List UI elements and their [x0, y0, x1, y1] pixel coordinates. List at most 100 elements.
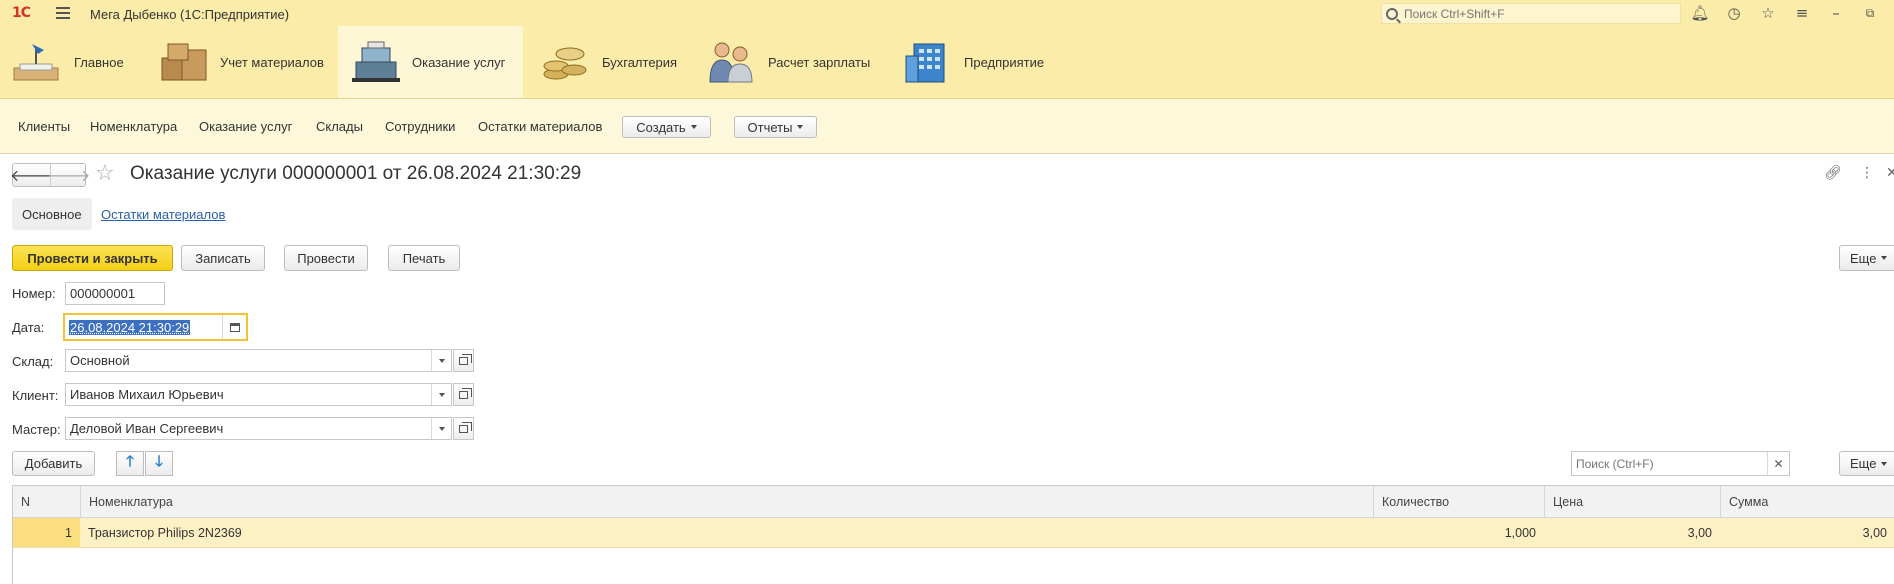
master-value: Деловой Иван Сергеевич	[70, 421, 224, 436]
table-search-input[interactable]	[1576, 456, 1766, 471]
warehouse-field[interactable]: Основной	[65, 349, 452, 372]
section-accounting[interactable]: Бухгалтерия	[540, 26, 700, 98]
open-client-button[interactable]	[453, 383, 474, 406]
post-button[interactable]: Провести	[284, 245, 368, 271]
tab-main[interactable]: Основное	[12, 198, 92, 230]
warehouse-value: Основной	[70, 353, 130, 368]
section-label: Учет материалов	[220, 54, 324, 70]
people-icon	[706, 40, 758, 84]
create-label: Создать	[636, 119, 686, 135]
sections-panel: Главное Учет материалов Оказание услуг Б…	[0, 26, 1894, 99]
table-row[interactable]: 1 Транзистор Philips 2N2369 1,000 3,00 3…	[13, 518, 1894, 548]
column-header-n[interactable]: N	[13, 486, 80, 517]
chevron-down-icon[interactable]	[431, 418, 451, 439]
client-field[interactable]: Иванов Михаил Юрьевич	[65, 383, 452, 406]
boxes-icon	[158, 40, 210, 84]
reports-dropdown-button[interactable]: Отчеты	[734, 116, 817, 138]
section-payroll[interactable]: Расчет зарплаты	[706, 26, 886, 98]
section-label: Оказание услуг	[412, 54, 506, 70]
number-label: Номер:	[12, 286, 56, 301]
column-header-quantity[interactable]: Количество	[1373, 486, 1556, 517]
minimize-icon[interactable]: –	[1826, 4, 1846, 22]
section-label: Главное	[74, 54, 124, 70]
title-bar: 1С Мега Дыбенко (1С:Предприятие) 🔔︎ ◷ ☆ …	[0, 0, 1894, 26]
nav-link-clients[interactable]: Клиенты	[18, 119, 70, 134]
global-search[interactable]	[1381, 3, 1681, 24]
move-up-icon[interactable]: 🡑	[116, 451, 144, 476]
search-icon	[1386, 7, 1398, 20]
global-search-input[interactable]	[1404, 6, 1674, 21]
chevron-down-icon[interactable]	[431, 384, 451, 405]
nav-link-employees[interactable]: Сотрудники	[385, 119, 455, 134]
nav-link-services[interactable]: Оказание услуг	[199, 119, 292, 134]
favorite-star-icon[interactable]: ☆	[95, 161, 115, 186]
desk-lamp-icon	[12, 40, 64, 84]
restore-icon[interactable]: ⧉	[1860, 4, 1880, 22]
link-icon[interactable]: 🔗︎	[1824, 165, 1842, 181]
section-main[interactable]: Главное	[12, 26, 142, 98]
master-label: Мастер:	[12, 422, 61, 437]
warehouse-label: Склад:	[12, 354, 54, 369]
open-warehouse-button[interactable]	[453, 349, 474, 372]
section-label: Предприятие	[964, 54, 1045, 70]
section-services[interactable]: Оказание услуг	[338, 26, 523, 98]
star-icon[interactable]: ☆	[1758, 4, 1778, 22]
nav-link-material-balances[interactable]: Остатки материалов	[478, 119, 602, 134]
column-header-price[interactable]: Цена	[1544, 486, 1722, 517]
table-header: N Номенклатура Количество Цена Сумма	[13, 486, 1894, 518]
nav-link-nomenclature[interactable]: Номенклатура	[90, 119, 177, 134]
chevron-down-icon	[1881, 256, 1888, 260]
more-button[interactable]: Еще	[1839, 245, 1894, 271]
services-table: N Номенклатура Количество Цена Сумма 1 Т…	[12, 485, 1894, 584]
post-and-close-button[interactable]: Провести и закрыть	[12, 245, 173, 271]
chevron-down-icon	[1881, 461, 1888, 466]
coins-icon	[540, 40, 592, 84]
history-icon[interactable]: ◷	[1724, 4, 1744, 22]
chevron-down-icon	[690, 125, 697, 129]
back-arrow-icon[interactable]: 🡐	[10, 164, 53, 186]
create-dropdown-button[interactable]: Создать	[622, 116, 711, 138]
more-actions-icon[interactable]: ⋮	[1860, 165, 1874, 181]
print-button[interactable]: Печать	[388, 245, 460, 271]
section-label: Бухгалтерия	[602, 54, 678, 70]
section-materials[interactable]: Учет материалов	[158, 26, 338, 98]
master-field[interactable]: Деловой Иван Сергеевич	[65, 417, 452, 440]
command-navigation: Клиенты Номенклатура Оказание услуг Скла…	[0, 99, 1894, 154]
column-header-nomenclature[interactable]: Номенклатура	[80, 486, 1385, 517]
number-value: 000000001	[70, 286, 136, 301]
app-title: Мега Дыбенко (1С:Предприятие)	[90, 7, 290, 22]
history-navigation: 🡐 🡒	[10, 163, 90, 187]
chevron-down-icon[interactable]	[431, 350, 451, 371]
open-icon	[459, 387, 472, 399]
column-header-sum[interactable]: Сумма	[1720, 486, 1894, 517]
row-number: 1	[13, 518, 80, 547]
row-quantity: 1,000	[1504, 525, 1536, 540]
open-icon	[459, 421, 472, 433]
main-menu-icon[interactable]	[56, 7, 70, 19]
move-down-icon[interactable]: 🡓	[145, 451, 173, 476]
forward-arrow-icon[interactable]: 🡒	[48, 164, 90, 186]
nav-link-warehouses[interactable]: Склады	[316, 119, 363, 134]
reports-label: Отчеты	[747, 119, 793, 135]
close-icon[interactable]: ✕	[1886, 165, 1894, 181]
open-master-button[interactable]	[453, 417, 474, 440]
cash-register-icon	[350, 40, 402, 84]
app-logo: 1С	[12, 5, 31, 21]
chevron-down-icon	[797, 125, 804, 129]
calendar-icon[interactable]	[222, 315, 246, 339]
table-more-label: Еще	[1850, 456, 1877, 471]
save-button[interactable]: Записать	[181, 245, 265, 271]
section-enterprise[interactable]: Предприятие	[902, 26, 1052, 98]
page-title: Оказание услуги 000000001 от 26.08.2024 …	[130, 163, 582, 184]
clear-icon[interactable]: ✕	[1767, 452, 1789, 475]
tab-material-balances[interactable]: Остатки материалов	[101, 207, 225, 222]
client-label: Клиент:	[12, 388, 59, 403]
bell-icon[interactable]: 🔔︎	[1690, 4, 1710, 22]
date-field[interactable]: 26.08.2024 21:30:29	[63, 313, 248, 341]
table-more-button[interactable]: Еще	[1839, 451, 1894, 476]
date-label: Дата:	[12, 320, 45, 335]
table-search[interactable]: ✕	[1571, 451, 1790, 476]
number-field[interactable]: 000000001	[65, 282, 165, 305]
add-row-button[interactable]: Добавить	[12, 451, 95, 476]
settings-menu-icon[interactable]: ≡	[1792, 4, 1812, 22]
